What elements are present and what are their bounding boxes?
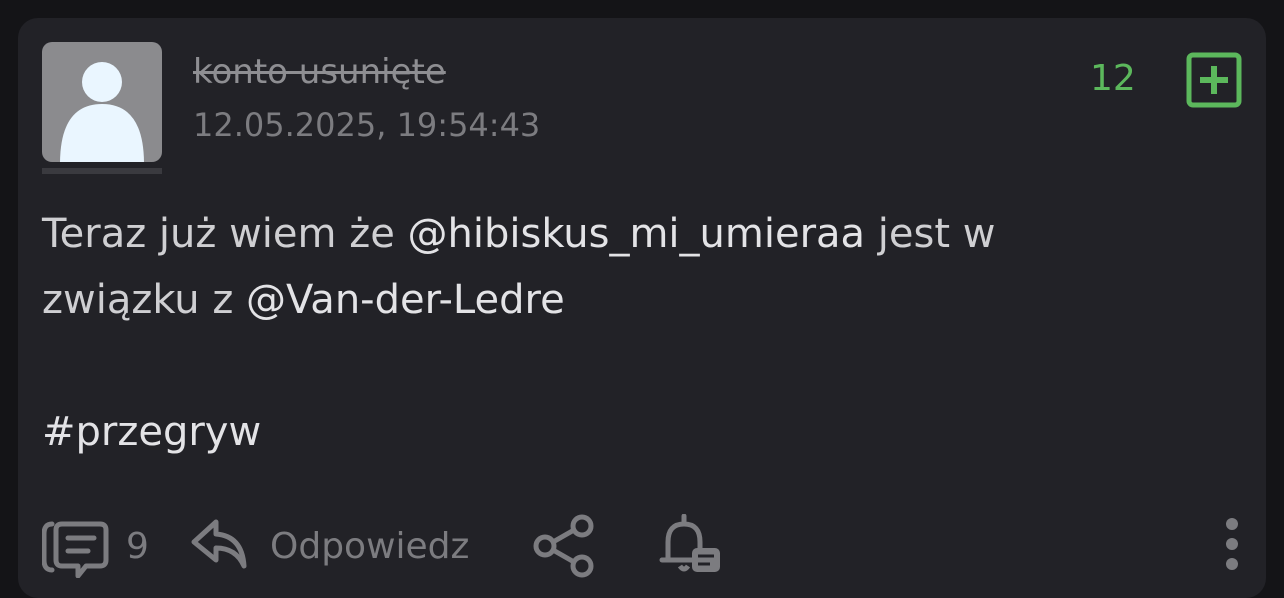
notify-button[interactable] bbox=[658, 513, 724, 582]
comments-button[interactable] bbox=[41, 518, 112, 582]
entry-timestamp[interactable]: 12.05.2025, 19:54:43 bbox=[193, 106, 540, 144]
plus-square-icon bbox=[1186, 52, 1242, 108]
content-text: Teraz już wiem że bbox=[42, 211, 408, 257]
reply-button[interactable]: Odpowiedz bbox=[270, 526, 469, 567]
share-icon bbox=[533, 514, 594, 578]
more-vertical-icon bbox=[1226, 518, 1238, 570]
entry-card: konto usunięte 12.05.2025, 19:54:43 12 T… bbox=[18, 18, 1266, 598]
user-avatar[interactable] bbox=[42, 42, 162, 162]
plus-vote-button[interactable] bbox=[1186, 52, 1242, 108]
entry-content: Teraz już wiem że @hibiskus_mi_umieraa j… bbox=[42, 201, 1192, 465]
content-text: związku z bbox=[42, 277, 247, 323]
mention-link[interactable]: @hibiskus_mi_umieraa bbox=[408, 211, 866, 257]
default-user-avatar-icon bbox=[60, 62, 144, 162]
content-line-2: związku z @Van-der-Ledre bbox=[42, 267, 1192, 333]
comments-icon bbox=[41, 521, 109, 579]
author-name[interactable]: konto usunięte bbox=[193, 52, 446, 92]
vote-count: 12 bbox=[1090, 58, 1136, 99]
share-button[interactable] bbox=[532, 514, 598, 582]
content-line-3: #przegryw bbox=[42, 399, 1192, 465]
more-options-button[interactable] bbox=[1222, 516, 1242, 582]
bell-icon bbox=[659, 513, 720, 572]
content-text: jest w bbox=[865, 211, 996, 257]
avatar-underline bbox=[42, 168, 162, 174]
comments-count[interactable]: 9 bbox=[126, 526, 149, 567]
reply-arrow-icon bbox=[191, 519, 247, 569]
reply-icon-button[interactable] bbox=[190, 516, 250, 580]
content-line-1: Teraz już wiem że @hibiskus_mi_umieraa j… bbox=[42, 201, 1192, 267]
mention-link[interactable]: @Van-der-Ledre bbox=[246, 277, 565, 323]
hashtag-link[interactable]: #przegryw bbox=[42, 409, 261, 455]
